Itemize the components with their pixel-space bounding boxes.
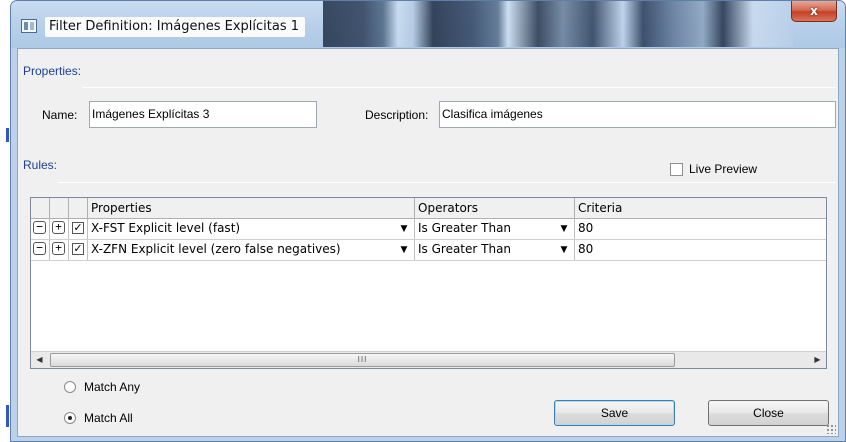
window-icon[interactable] — [21, 19, 37, 33]
header-blank — [50, 198, 69, 218]
dropdown-arrow-icon[interactable]: ▼ — [557, 243, 571, 257]
operator-value: Is Greater Than — [418, 221, 512, 235]
close-icon: x — [810, 4, 818, 18]
match-all-option[interactable]: Match All — [64, 411, 133, 425]
rules-section-label: Rules: — [23, 158, 58, 172]
resize-grip[interactable] — [826, 424, 836, 434]
match-all-radio[interactable] — [64, 412, 76, 424]
scroll-right-icon[interactable]: ▶ — [809, 352, 826, 368]
description-input[interactable]: Clasifica imágenes — [439, 101, 836, 128]
criteria-cell[interactable]: 80 — [575, 219, 826, 239]
property-dropdown[interactable]: X-FST Explicit level (fast) ▼ — [88, 219, 415, 239]
save-button[interactable]: Save — [554, 400, 675, 426]
live-preview-checkbox[interactable] — [670, 162, 683, 176]
property-dropdown[interactable]: X-ZFN Explicit level (zero false negativ… — [88, 240, 415, 260]
table-row: − + ✓ X-ZFN Explicit level (zero false n… — [31, 240, 826, 261]
edge-mark — [6, 128, 9, 142]
name-label: Name: — [42, 108, 78, 122]
operator-dropdown[interactable]: Is Greater Than ▼ — [415, 240, 575, 260]
criteria-cell[interactable]: 80 — [575, 240, 826, 260]
horizontal-scrollbar[interactable]: ◀ III ▶ — [31, 351, 826, 368]
close-window-button[interactable]: x — [791, 1, 837, 22]
live-preview-label: Live Preview — [689, 162, 758, 176]
match-any-radio[interactable] — [64, 381, 76, 393]
operator-value: Is Greater Than — [418, 242, 512, 256]
match-any-option[interactable]: Match Any — [64, 380, 140, 394]
left-edge-strip — [0, 0, 10, 442]
header-blank — [31, 198, 50, 218]
dialog-client-area: Properties: Name: Imágenes Explícitas 3 … — [17, 48, 839, 437]
rules-grid: Properties Operators Criteria − + ✓ X-FS… — [30, 197, 827, 369]
add-rule-button[interactable]: + — [52, 242, 65, 255]
match-any-label: Match Any — [84, 380, 141, 394]
scroll-left-icon[interactable]: ◀ — [31, 352, 48, 368]
operator-dropdown[interactable]: Is Greater Than ▼ — [415, 219, 575, 239]
rule-enabled-checkbox[interactable]: ✓ — [72, 243, 84, 255]
dropdown-arrow-icon[interactable]: ▼ — [397, 243, 411, 257]
add-rule-button[interactable]: + — [52, 221, 65, 234]
header-blank — [69, 198, 88, 218]
property-value: X-ZFN Explicit level (zero false negativ… — [91, 242, 341, 256]
close-button[interactable]: Close — [708, 400, 829, 426]
name-input[interactable]: Imágenes Explícitas 3 — [89, 101, 317, 128]
column-header-operators[interactable]: Operators — [415, 198, 575, 218]
column-header-properties[interactable]: Properties — [88, 198, 415, 218]
rule-enabled-checkbox[interactable]: ✓ — [72, 222, 84, 234]
title-bar[interactable]: Filter Definition: Imágenes Explícitas 1… — [11, 1, 845, 48]
properties-section-label: Properties: — [23, 64, 82, 78]
description-label: Description: — [365, 108, 429, 122]
rules-divider — [58, 182, 836, 183]
match-all-label: Match All — [84, 411, 133, 425]
property-value: X-FST Explicit level (fast) — [91, 221, 241, 235]
live-preview-toggle[interactable]: Live Preview — [670, 162, 757, 176]
edge-mark — [6, 405, 9, 427]
filter-definition-dialog: Filter Definition: Imágenes Explícitas 1… — [10, 0, 846, 442]
dropdown-arrow-icon[interactable]: ▼ — [397, 222, 411, 236]
column-header-criteria[interactable]: Criteria — [575, 198, 826, 218]
remove-rule-button[interactable]: − — [33, 242, 46, 255]
properties-divider — [82, 87, 836, 88]
table-row: − + ✓ X-FST Explicit level (fast) ▼ Is G… — [31, 219, 826, 240]
grid-header: Properties Operators Criteria — [31, 198, 826, 219]
remove-rule-button[interactable]: − — [33, 221, 46, 234]
scrollbar-thumb[interactable]: III — [50, 353, 675, 367]
dropdown-arrow-icon[interactable]: ▼ — [557, 222, 571, 236]
title-bar-background-photos — [323, 1, 793, 47]
window-title: Filter Definition: Imágenes Explícitas 1 — [45, 17, 306, 37]
